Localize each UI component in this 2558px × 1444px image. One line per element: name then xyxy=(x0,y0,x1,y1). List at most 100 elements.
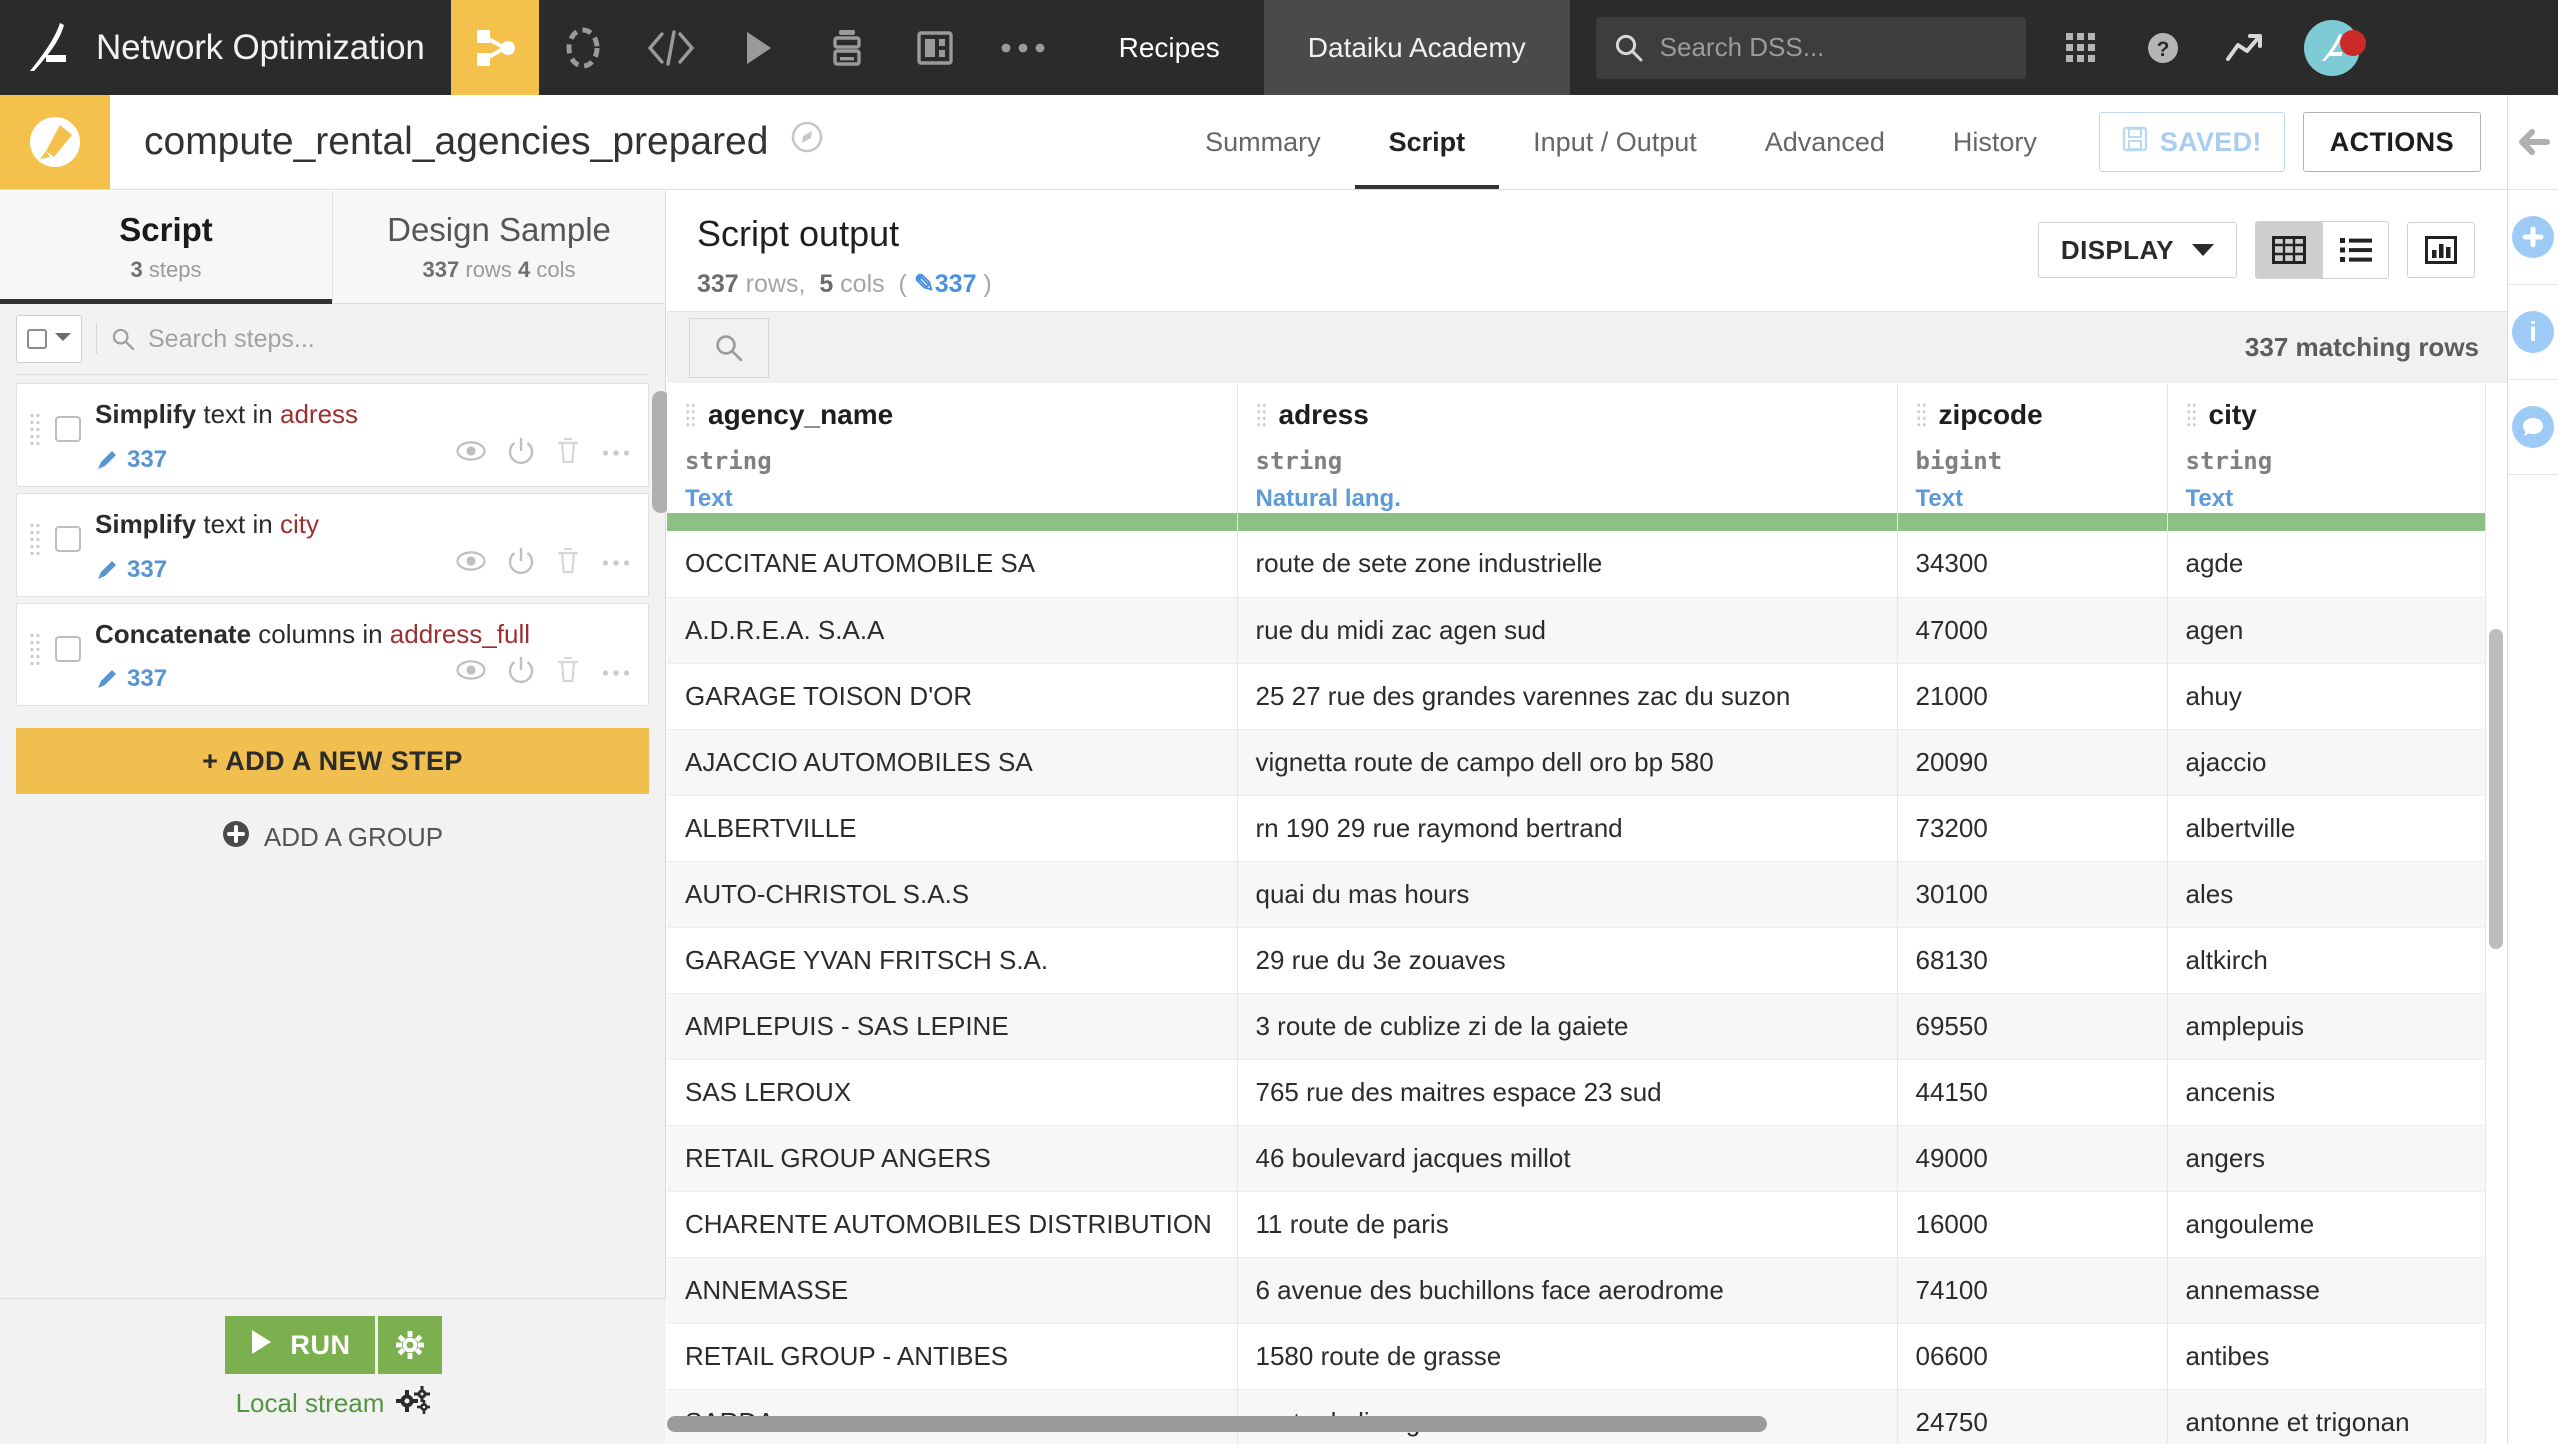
horizontal-scrollbar-track[interactable] xyxy=(667,1416,2507,1432)
table-cell[interactable]: AMPLEPUIS - SAS LEPINE xyxy=(667,993,1238,1060)
column-drag-handle-icon[interactable] xyxy=(2185,402,2197,428)
table-cell[interactable]: 16000 xyxy=(1897,1191,2168,1258)
table-cell[interactable]: ales xyxy=(2167,861,2486,928)
table-cell[interactable]: 69550 xyxy=(1897,993,2168,1060)
eye-icon[interactable] xyxy=(456,550,486,577)
table-row[interactable]: ANNEMASSE 6 avenue des buchillons face ae… xyxy=(667,1257,2486,1324)
flow-icon[interactable] xyxy=(450,0,539,95)
dataiku-logo[interactable] xyxy=(0,0,96,95)
table-cell[interactable]: CHARENTE AUTOMOBILES DISTRIBUTION xyxy=(667,1191,1238,1258)
table-cell[interactable]: 49000 xyxy=(1897,1125,2168,1192)
avatar[interactable] xyxy=(2286,19,2378,76)
table-cell[interactable]: 47000 xyxy=(1897,597,2168,664)
drag-handle-icon[interactable] xyxy=(29,631,41,666)
table-cell[interactable]: annemasse xyxy=(2167,1257,2486,1324)
table-cell[interactable]: RETAIL GROUP - ANTIBES xyxy=(667,1323,1238,1390)
table-row[interactable]: AUTO-CHRISTOL S.A.S quai du mas hours 3010… xyxy=(667,861,2486,928)
display-button[interactable]: DISPLAY xyxy=(2037,222,2237,278)
table-cell[interactable]: albertville xyxy=(2167,795,2486,862)
table-view-icon[interactable] xyxy=(2256,222,2322,278)
eye-icon[interactable] xyxy=(456,659,486,686)
table-cell[interactable]: GARAGE YVAN FRITSCH S.A. xyxy=(667,927,1238,994)
table-cell[interactable]: agen xyxy=(2167,597,2486,664)
actions-button[interactable]: ACTIONS xyxy=(2302,112,2481,172)
table-cell[interactable]: quai du mas hours xyxy=(1237,861,1898,928)
table-cell[interactable]: angouleme xyxy=(2167,1191,2486,1258)
drag-handle-icon[interactable] xyxy=(29,521,41,556)
list-view-icon[interactable] xyxy=(2322,222,2388,278)
column-meaning[interactable]: Text xyxy=(685,485,1237,513)
horizontal-scrollbar[interactable] xyxy=(667,1416,1767,1432)
engine-selector[interactable]: Local stream xyxy=(236,1386,431,1421)
table-row[interactable]: GARAGE YVAN FRITSCH S.A. 29 rue du 3e zou… xyxy=(667,927,2486,994)
column-meaning[interactable]: Text xyxy=(1916,485,2167,513)
project-name[interactable]: Network Optimization xyxy=(96,0,451,95)
dataiku-academy-button[interactable]: Dataiku Academy xyxy=(1263,0,1570,95)
tab-history[interactable]: History xyxy=(1919,95,2071,189)
eye-icon[interactable] xyxy=(456,440,486,467)
select-all-steps-dropdown[interactable] xyxy=(16,315,82,363)
table-cell[interactable]: rue du midi zac agen sud xyxy=(1237,597,1898,664)
vertical-scrollbar[interactable] xyxy=(2489,629,2503,949)
table-row[interactable]: CHARENTE AUTOMOBILES DISTRIBUTION 11 rout… xyxy=(667,1191,2486,1258)
table-cell[interactable]: 11 route de paris xyxy=(1237,1191,1898,1258)
column-meaning[interactable]: Natural lang. xyxy=(1256,485,1897,513)
table-row[interactable]: AMPLEPUIS - SAS LEPINE 3 route de cublize… xyxy=(667,993,2486,1060)
steps-search-input[interactable]: Search steps... xyxy=(111,325,315,354)
sample-pencil-icon[interactable]: ✎ xyxy=(914,270,935,298)
dashboards-icon[interactable] xyxy=(891,0,979,95)
tab-input-output[interactable]: Input / Output xyxy=(1499,95,1731,189)
table-cell[interactable]: AUTO-CHRISTOL S.A.S xyxy=(667,861,1238,928)
list-item[interactable]: Simplify text in city 337 xyxy=(16,492,649,597)
saved-button[interactable]: SAVED! xyxy=(2098,112,2285,172)
table-cell[interactable]: 1580 route de grasse xyxy=(1237,1323,1898,1390)
table-cell[interactable]: vignetta route de campo dell oro bp 580 xyxy=(1237,729,1898,796)
column-header-adress[interactable]: adress string Natural lang. xyxy=(1237,383,1898,513)
trash-icon[interactable] xyxy=(556,437,580,470)
table-row[interactable]: GARAGE TOISON D'OR 25 27 rue des grandes … xyxy=(667,663,2486,730)
power-icon[interactable] xyxy=(508,437,534,470)
search-input[interactable]: Search DSS... xyxy=(1595,16,2026,79)
data-grid[interactable]: agency_name string Text adress string Na xyxy=(667,383,2507,1444)
power-icon[interactable] xyxy=(508,656,534,689)
add-group-button[interactable]: ADD A GROUP xyxy=(0,820,665,855)
table-cell[interactable]: RETAIL GROUP ANGERS xyxy=(667,1125,1238,1192)
list-item[interactable]: Simplify text in adress 337 xyxy=(16,383,649,487)
table-cell[interactable]: agde xyxy=(2167,531,2486,598)
table-row[interactable]: A.D.R.E.A. S.A.A rue du midi zac agen sud… xyxy=(667,597,2486,664)
table-row[interactable]: OCCITANE AUTOMOBILE SA route de sete zone… xyxy=(667,531,2486,598)
code-icon[interactable] xyxy=(627,0,715,95)
table-row[interactable]: SAS LEROUX 765 rue des maitres espace 23 … xyxy=(667,1059,2486,1126)
table-row[interactable]: AJACCIO AUTOMOBILES SA vignetta route de … xyxy=(667,729,2486,796)
table-cell[interactable]: 73200 xyxy=(1897,795,2168,862)
help-icon[interactable]: ? xyxy=(2122,29,2204,67)
ellipsis-icon[interactable] xyxy=(602,554,630,572)
table-cell[interactable]: 74100 xyxy=(1897,1257,2168,1324)
add-new-step-button[interactable]: + ADD A NEW STEP xyxy=(16,728,649,795)
list-item[interactable]: Concatenate columns in address_full 337 xyxy=(16,602,649,707)
table-cell[interactable]: angers xyxy=(2167,1125,2486,1192)
step-checkbox[interactable] xyxy=(55,525,81,552)
column-drag-handle-icon[interactable] xyxy=(685,402,696,428)
sidebar-tab-design-sample[interactable]: Design Sample 337 rows 4 cols xyxy=(332,191,665,303)
table-cell[interactable]: ancenis xyxy=(2167,1059,2486,1126)
run-button[interactable]: RUN xyxy=(224,1316,375,1374)
table-cell[interactable]: A.D.R.E.A. S.A.A xyxy=(667,597,1238,664)
step-checkbox[interactable] xyxy=(55,635,81,662)
table-cell[interactable]: 3 route de cublize zi de la gaiete xyxy=(1237,993,1898,1060)
table-cell[interactable]: 765 rue des maitres espace 23 sud xyxy=(1237,1059,1898,1126)
table-cell[interactable]: 06600 xyxy=(1897,1323,2168,1390)
discussions-icon[interactable] xyxy=(2508,380,2558,475)
trash-icon[interactable] xyxy=(556,547,580,580)
table-cell[interactable]: ajaccio xyxy=(2167,729,2486,796)
table-cell[interactable]: rn 190 29 rue raymond bertrand xyxy=(1237,795,1898,862)
info-icon[interactable]: i xyxy=(2508,285,2558,380)
table-search-button[interactable] xyxy=(689,317,769,378)
table-cell[interactable]: 29 rue du 3e zouaves xyxy=(1237,927,1898,994)
sidebar-tab-script[interactable]: Script 3 steps xyxy=(0,191,332,304)
compass-icon[interactable] xyxy=(790,120,824,164)
table-cell[interactable]: antibes xyxy=(2167,1323,2486,1390)
column-header-agency-name[interactable]: agency_name string Text xyxy=(667,383,1238,513)
table-row[interactable]: ALBERTVILLE rn 190 29 rue raymond bertran… xyxy=(667,795,2486,862)
power-icon[interactable] xyxy=(508,547,534,580)
